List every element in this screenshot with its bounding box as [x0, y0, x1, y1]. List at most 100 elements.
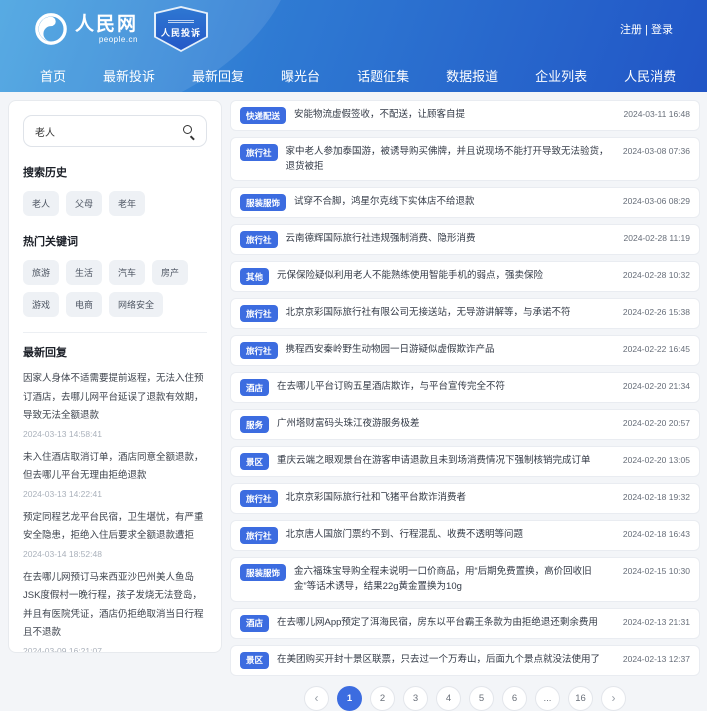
complaint-row[interactable]: 快递配送 安能物流虚假签收，不配送，让顾客自提 2024-03-11 16:48: [230, 100, 700, 131]
logo-title: 人民网: [75, 13, 139, 35]
reply-timestamp: 2024-03-14 18:52:48: [23, 548, 102, 559]
reply-text[interactable]: 在去哪儿网预订马来西亚沙巴州美人鱼岛JSK度假村一晚行程，孩子发烧无法登岛，并且…: [23, 569, 207, 643]
shield-label: 人民投诉: [161, 27, 202, 38]
latest-replies-section: 最新回复 因家人身体不适需要提前返程，无法入住预订酒店，去哪儿网平台延误了退款有…: [23, 332, 207, 652]
category-badge: 旅行社: [240, 305, 278, 323]
category-badge: 景区: [240, 651, 270, 669]
hot-keyword-tag[interactable]: 汽车: [109, 260, 146, 285]
page-button-1[interactable]: 1: [337, 685, 362, 711]
complaint-date: 2024-02-20 21:34: [622, 381, 690, 392]
reply-text[interactable]: 未入住酒店取消订单，酒店同意全额退款，但去哪儿平台无理由拒绝退款: [23, 449, 207, 486]
category-badge: 酒店: [240, 379, 270, 397]
category-badge: 服装服饰: [240, 194, 287, 212]
page-button-16[interactable]: 16: [568, 685, 593, 711]
reply-text[interactable]: 预定同程艺龙平台民宿，卫生堪忧，有严重安全隐患，拒绝入住后要求全额退款遭拒: [23, 509, 207, 546]
search-history-tags: 老人 父母 老年: [23, 191, 207, 216]
complaint-title: 重庆云端之眼观景台在游客申请退款且未到场消费情况下强制核销完成订单: [277, 455, 591, 467]
hot-keyword-tag[interactable]: 网络安全: [109, 292, 164, 317]
complaint-date: 2024-03-11 16:48: [623, 109, 690, 119]
nav-item-latest-complaints[interactable]: 最新投诉: [103, 66, 155, 85]
complaint-date: 2024-02-28 10:32: [622, 270, 690, 281]
complaint-date: 2024-02-13 12:37: [622, 653, 690, 664]
complaint-title: 北京唐人国旅门票约不到、行程混乱、收费不透明等问题: [285, 529, 524, 541]
main-navigation: 首页 最新投诉 最新回复 曝光台 话题征集 数据报道 企业列表 人民消费 平台须…: [0, 58, 707, 92]
category-badge: 旅行社: [240, 490, 278, 508]
complaint-row[interactable]: 服装服饰 金六福珠宝导购全程未说明一口价商品，用“后期免费置换，高价回收旧金”等…: [230, 557, 700, 602]
search-history-tag[interactable]: 老年: [109, 191, 146, 216]
reply-item: 未入住酒店取消订单，酒店同意全额退款，但去哪儿平台无理由拒绝退款 2024-03…: [23, 449, 207, 499]
complaint-title: 云南德辉国际旅行社违规强制消费、隐形消费: [285, 233, 476, 245]
hot-keyword-tag[interactable]: 电商: [66, 292, 103, 317]
nav-item-topic-collection[interactable]: 话题征集: [357, 66, 409, 85]
complaint-row[interactable]: 酒店 在去哪儿网App预定了洱海民宿，房东以平台霸王条款为由拒绝退还剩余费用 2…: [230, 607, 700, 639]
people-cn-logo-icon: [34, 12, 68, 46]
register-login-links[interactable]: 注册 | 登录: [620, 21, 673, 37]
page-button-5[interactable]: 5: [469, 685, 494, 711]
search-history-tag[interactable]: 老人: [23, 191, 60, 216]
nav-item-data-report[interactable]: 数据报道: [446, 66, 498, 85]
complaint-row[interactable]: 酒店 在去哪儿平台订购五星酒店欺诈，与平台宣传完全不符 2024-02-20 2…: [230, 372, 700, 404]
page-button-6[interactable]: 6: [502, 685, 527, 711]
hot-keyword-tag[interactable]: 游戏: [23, 292, 60, 317]
complaint-title: 在美团购买开封十景区联票，只去过一个万寿山，后面九个景点就没法使用了: [277, 653, 601, 665]
complaint-row[interactable]: 景区 在美团购买开封十景区联票，只去过一个万寿山，后面九个景点就没法使用了 20…: [230, 644, 700, 676]
complaint-platform-badge: 人民投诉: [154, 6, 209, 52]
site-header: 人民网 people.cn 人民投诉 注册 | 登录 首页 最新投诉 最新回复 …: [0, 0, 707, 92]
complaint-title: 在去哪儿平台订购五星酒店欺诈，与平台宣传完全不符: [277, 381, 506, 393]
complaint-row[interactable]: 服务 广州塔财富码头珠江夜游服务极差 2024-02-20 20:57: [230, 409, 700, 441]
category-badge: 景区: [240, 453, 270, 471]
site-logo[interactable]: 人民网 people.cn: [34, 12, 138, 46]
hot-keyword-tag[interactable]: 生活: [66, 260, 103, 285]
category-badge: 旅行社: [240, 231, 278, 249]
category-badge: 服务: [240, 416, 270, 434]
page-button-4[interactable]: 4: [436, 685, 461, 711]
category-badge: 服装服饰: [240, 564, 287, 582]
pagination: ‹ 1 2 3 4 5 6 ... 16 ›: [230, 685, 700, 711]
complaint-date: 2024-02-20 20:57: [622, 418, 690, 429]
reply-timestamp: 2024-03-13 14:58:41: [23, 428, 102, 439]
complaint-date: 2024-02-26 15:38: [622, 307, 690, 318]
nav-item-exposure[interactable]: 曝光台: [281, 66, 320, 85]
nav-item-people-consumption[interactable]: 人民消费: [624, 66, 676, 85]
search-box: [23, 115, 207, 147]
complaint-title: 携程西安秦岭野生动物园一日游疑似虚假欺诈产品: [285, 344, 495, 356]
latest-replies-title: 最新回复: [23, 347, 67, 359]
complaint-title: 家中老人参加泰国游，被诱导购买佛牌，并且说现场不能打开导致无法验货，退货被拒: [285, 146, 609, 172]
search-history-tag[interactable]: 父母: [66, 191, 103, 216]
nav-item-home[interactable]: 首页: [40, 66, 66, 85]
search-icon[interactable]: [182, 124, 196, 140]
page-ellipsis[interactable]: ...: [535, 685, 560, 711]
complaint-title: 金六福珠宝导购全程未说明一口价商品，用“后期免费置换，高价回收旧金”等话术诱导，…: [294, 566, 592, 593]
nav-item-latest-replies[interactable]: 最新回复: [192, 66, 244, 85]
hot-keywords-tags: 旅游 生活 汽车 房产 游戏 电商 网络安全: [23, 260, 207, 317]
complaint-row[interactable]: 旅行社 北京京彩国际旅行社和飞猪平台欺诈消费者 2024-02-18 19:32: [230, 483, 700, 515]
complaint-row[interactable]: 旅行社 携程西安秦岭野生动物园一日游疑似虚假欺诈产品 2024-02-22 16…: [230, 335, 700, 367]
complaint-row[interactable]: 旅行社 北京京彩国际旅行社有限公司无接送站，无导游讲解等，与承诺不符 2024-…: [230, 298, 700, 330]
complaint-date: 2024-02-20 13:05: [622, 455, 690, 466]
hot-keyword-tag[interactable]: 旅游: [23, 260, 60, 285]
prev-page-button[interactable]: ‹: [304, 685, 329, 711]
complaint-date: 2024-02-15 10:30: [622, 566, 690, 577]
complaint-row[interactable]: 旅行社 云南德辉国际旅行社违规强制消费、隐形消费 2024-02-28 11:1…: [230, 224, 700, 256]
page-button-3[interactable]: 3: [403, 685, 428, 711]
nav-item-company-list[interactable]: 企业列表: [535, 66, 587, 85]
complaint-row[interactable]: 其他 元保保险疑似利用老人不能熟练使用智能手机的弱点，强卖保险 2024-02-…: [230, 261, 700, 293]
reply-text[interactable]: 因家人身体不适需要提前返程，无法入住预订酒店，去哪儿网平台延误了退款有效期，导致…: [23, 370, 207, 426]
search-input[interactable]: [24, 116, 206, 146]
logo-subtitle: people.cn: [98, 34, 139, 44]
complaint-title: 元保保险疑似利用老人不能熟练使用智能手机的弱点，强卖保险: [277, 270, 544, 282]
complaint-row[interactable]: 服装服饰 试穿不合脚，鸿星尔克线下实体店不给退款 2024-03-06 08:2…: [230, 187, 700, 219]
complaint-date: 2024-02-18 19:32: [622, 492, 690, 503]
category-badge: 旅行社: [240, 527, 278, 545]
next-page-button[interactable]: ›: [601, 685, 626, 711]
reply-timestamp: 2024-03-13 14:22:41: [23, 488, 102, 499]
hot-keyword-tag[interactable]: 房产: [152, 260, 189, 285]
complaint-title: 在去哪儿网App预定了洱海民宿，房东以平台霸王条款为由拒绝退还剩余费用: [277, 616, 598, 628]
page-button-2[interactable]: 2: [370, 685, 395, 711]
complaint-row[interactable]: 旅行社 北京唐人国旅门票约不到、行程混乱、收费不透明等问题 2024-02-18…: [230, 520, 700, 552]
category-badge: 其他: [240, 268, 270, 286]
reply-item: 在去哪儿网预订马来西亚沙巴州美人鱼岛JSK度假村一晚行程，孩子发烧无法登岛，并且…: [23, 569, 207, 652]
complaint-row[interactable]: 旅行社 家中老人参加泰国游，被诱导购买佛牌，并且说现场不能打开导致无法验货，退货…: [230, 137, 700, 182]
complaint-title: 广州塔财富码头珠江夜游服务极差: [277, 418, 420, 430]
complaint-row[interactable]: 景区 重庆云端之眼观景台在游客申请退款且未到场消费情况下强制核销完成订单 202…: [230, 446, 700, 478]
